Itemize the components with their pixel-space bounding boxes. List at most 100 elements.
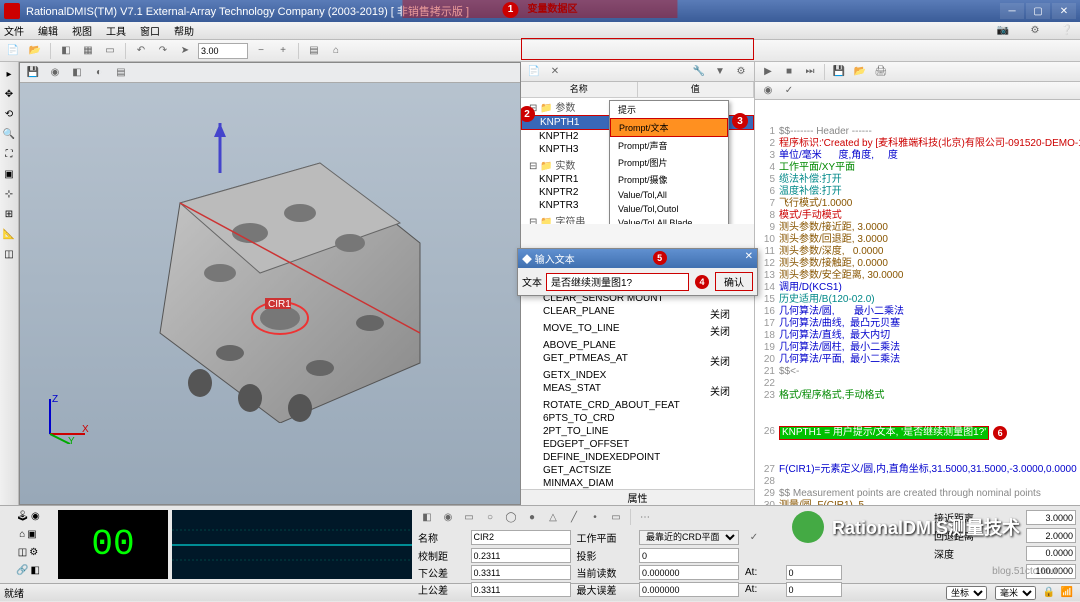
cfg-icon[interactable]: ⚙ xyxy=(1026,22,1044,40)
3d-viewport[interactable]: 💾 ◉ ◧ ◐ ▤ CIR1 xyxy=(19,62,521,505)
b-gear-icon[interactable]: ⚙ xyxy=(29,547,38,558)
view1-icon[interactable]: ▦ xyxy=(79,42,97,60)
open-icon[interactable]: 📂 xyxy=(26,42,44,60)
predef-item[interactable]: DEFINE_INDEXEDPOINT xyxy=(521,451,754,464)
fit-icon[interactable]: ⛶ xyxy=(0,145,18,163)
predef-item[interactable]: MEAS_STAT关闭 xyxy=(521,382,754,399)
vp-cube-icon[interactable]: ◧ xyxy=(68,64,86,82)
proj-input[interactable] xyxy=(639,548,739,563)
depth-input[interactable] xyxy=(1026,546,1076,561)
bt-slot-icon[interactable]: ▭ xyxy=(607,508,625,526)
redo-icon[interactable]: ↷ xyxy=(154,42,172,60)
dd-item[interactable]: Value/Tol,Outol xyxy=(610,202,728,216)
bt-cone-icon[interactable]: △ xyxy=(544,508,562,526)
predef-item[interactable]: GET_PTMEAS_AT关闭 xyxy=(521,352,754,369)
home-icon[interactable]: ⌂ xyxy=(327,42,345,60)
arrow-icon[interactable]: ➤ xyxy=(176,42,194,60)
b-net-icon[interactable]: 🔗 xyxy=(16,565,28,576)
ctrl-input[interactable] xyxy=(471,548,571,563)
menu-window[interactable]: 窗口 xyxy=(140,23,160,38)
minus-icon[interactable]: − xyxy=(252,42,270,60)
var-filter-icon[interactable]: ▼ xyxy=(711,63,729,81)
undo-icon[interactable]: ↶ xyxy=(132,42,150,60)
zoom-icon[interactable]: 🔍 xyxy=(0,125,18,143)
grid-icon[interactable]: ⊞ xyxy=(0,205,18,223)
menu-tools[interactable]: 工具 xyxy=(106,23,126,38)
predef-item[interactable]: ROTATE_CRD_ABOUT_FEAT xyxy=(521,399,754,412)
b-home-icon[interactable]: ⌂ xyxy=(19,529,25,540)
wp-select[interactable]: 最靠近的CRD平面 xyxy=(639,530,739,545)
menu-file[interactable]: 文件 xyxy=(4,23,24,38)
pan-icon[interactable]: ✥ xyxy=(0,85,18,103)
vp-shade-icon[interactable]: ◐ xyxy=(90,64,108,82)
layer-icon[interactable]: ▤ xyxy=(305,42,323,60)
new-icon[interactable]: 📄 xyxy=(4,42,22,60)
bt-more-icon[interactable]: ⋯ xyxy=(636,508,654,526)
bt-cube-icon[interactable]: ◧ xyxy=(418,508,436,526)
retract-input[interactable] xyxy=(1026,528,1076,543)
dd-item-selected[interactable]: Prompt/文本 xyxy=(610,118,728,137)
code-editor[interactable]: 1$$------- Header ------2程序标识:'Created b… xyxy=(755,100,1080,505)
lower-input[interactable] xyxy=(471,565,571,580)
var-wrench-icon[interactable]: 🔧 xyxy=(690,63,708,81)
measure-icon[interactable]: 📐 xyxy=(0,225,18,243)
dialog-text-input[interactable] xyxy=(546,273,689,291)
max-input[interactable] xyxy=(639,582,739,597)
maximize-button[interactable]: ▢ xyxy=(1026,3,1050,19)
status-sel1[interactable]: 坐标 xyxy=(946,586,987,600)
dd-item[interactable]: Prompt/图片 xyxy=(610,154,728,171)
dd-item[interactable]: Prompt/摄像 xyxy=(610,171,728,188)
menu-view[interactable]: 视图 xyxy=(72,23,92,38)
bt-sphere-icon[interactable]: ● xyxy=(523,508,541,526)
plus-icon[interactable]: + xyxy=(274,42,292,60)
approach-input[interactable] xyxy=(1026,510,1076,525)
cube-icon[interactable]: ◧ xyxy=(57,42,75,60)
predef-item[interactable]: CLEAR_PLANE关闭 xyxy=(521,305,754,322)
code-print-icon[interactable]: 🖨 xyxy=(872,63,890,81)
var-del-icon[interactable]: ✕ xyxy=(546,63,564,81)
predef-item[interactable]: ABOVE_PLANE xyxy=(521,339,754,352)
vp-layer-icon[interactable]: ▤ xyxy=(112,64,130,82)
close-button[interactable]: ✕ xyxy=(1052,3,1076,19)
minimize-button[interactable]: ─ xyxy=(1000,3,1024,19)
dialog-close-icon[interactable]: ✕ xyxy=(745,251,753,266)
help-icon[interactable]: 📷 xyxy=(994,22,1012,40)
predef-item[interactable]: MINMAX_DIAM xyxy=(521,477,754,489)
b-layer-icon[interactable]: ◫ xyxy=(18,547,27,558)
bt-point-icon[interactable]: • xyxy=(586,508,604,526)
axis-icon[interactable]: ⊹ xyxy=(0,185,18,203)
dialog-ok-button[interactable]: 确认 xyxy=(715,272,753,291)
var-new-icon[interactable]: 📄 xyxy=(525,63,543,81)
status-net-icon[interactable]: 📶 xyxy=(1058,584,1076,602)
status-lock-icon[interactable]: 🔒 xyxy=(1040,584,1058,602)
b-cube-icon[interactable]: ▣ xyxy=(27,529,36,540)
menu-edit[interactable]: 编辑 xyxy=(38,23,58,38)
b-joy-icon[interactable]: 🕹 xyxy=(16,511,29,522)
b-probe-icon[interactable]: ◉ xyxy=(31,511,40,522)
bt-circle-icon[interactable]: ○ xyxy=(481,508,499,526)
bt-view-icon[interactable]: ◉ xyxy=(439,508,457,526)
status-sel2[interactable]: 毫米 xyxy=(995,586,1036,600)
coord-input[interactable] xyxy=(198,43,248,59)
predef-item[interactable]: 2PT_TO_LINE xyxy=(521,425,754,438)
prompt-dropdown[interactable]: 3 提示 Prompt/文本 Prompt/声音 Prompt/图片 Promp… xyxy=(609,100,729,224)
code-check-icon[interactable]: ✓ xyxy=(780,82,798,100)
code-run-icon[interactable]: ▶ xyxy=(759,63,777,81)
bt-apply-icon[interactable]: ✓ xyxy=(745,528,763,546)
code-save-icon[interactable]: 💾 xyxy=(830,63,848,81)
b-data-icon[interactable]: ◧ xyxy=(31,565,40,576)
name-input[interactable] xyxy=(471,530,571,545)
var-gear-icon[interactable]: ⚙ xyxy=(732,63,750,81)
at2-input[interactable] xyxy=(786,582,842,597)
layer2-icon[interactable]: ◫ xyxy=(0,245,18,263)
code-stop-icon[interactable]: ■ xyxy=(780,63,798,81)
predef-item[interactable]: EDGEPT_OFFSET xyxy=(521,438,754,451)
dd-item[interactable]: Value/Tol,All xyxy=(610,188,728,202)
curr-input[interactable] xyxy=(639,565,739,580)
menu-help[interactable]: 帮助 xyxy=(174,23,194,38)
at-input[interactable] xyxy=(786,565,842,580)
dd-item[interactable]: 提示 xyxy=(610,101,728,118)
code-step-icon[interactable]: ⏭ xyxy=(801,63,819,81)
predef-item[interactable]: MOVE_TO_LINE关闭 xyxy=(521,322,754,339)
plane-icon[interactable]: ▭ xyxy=(101,42,119,60)
